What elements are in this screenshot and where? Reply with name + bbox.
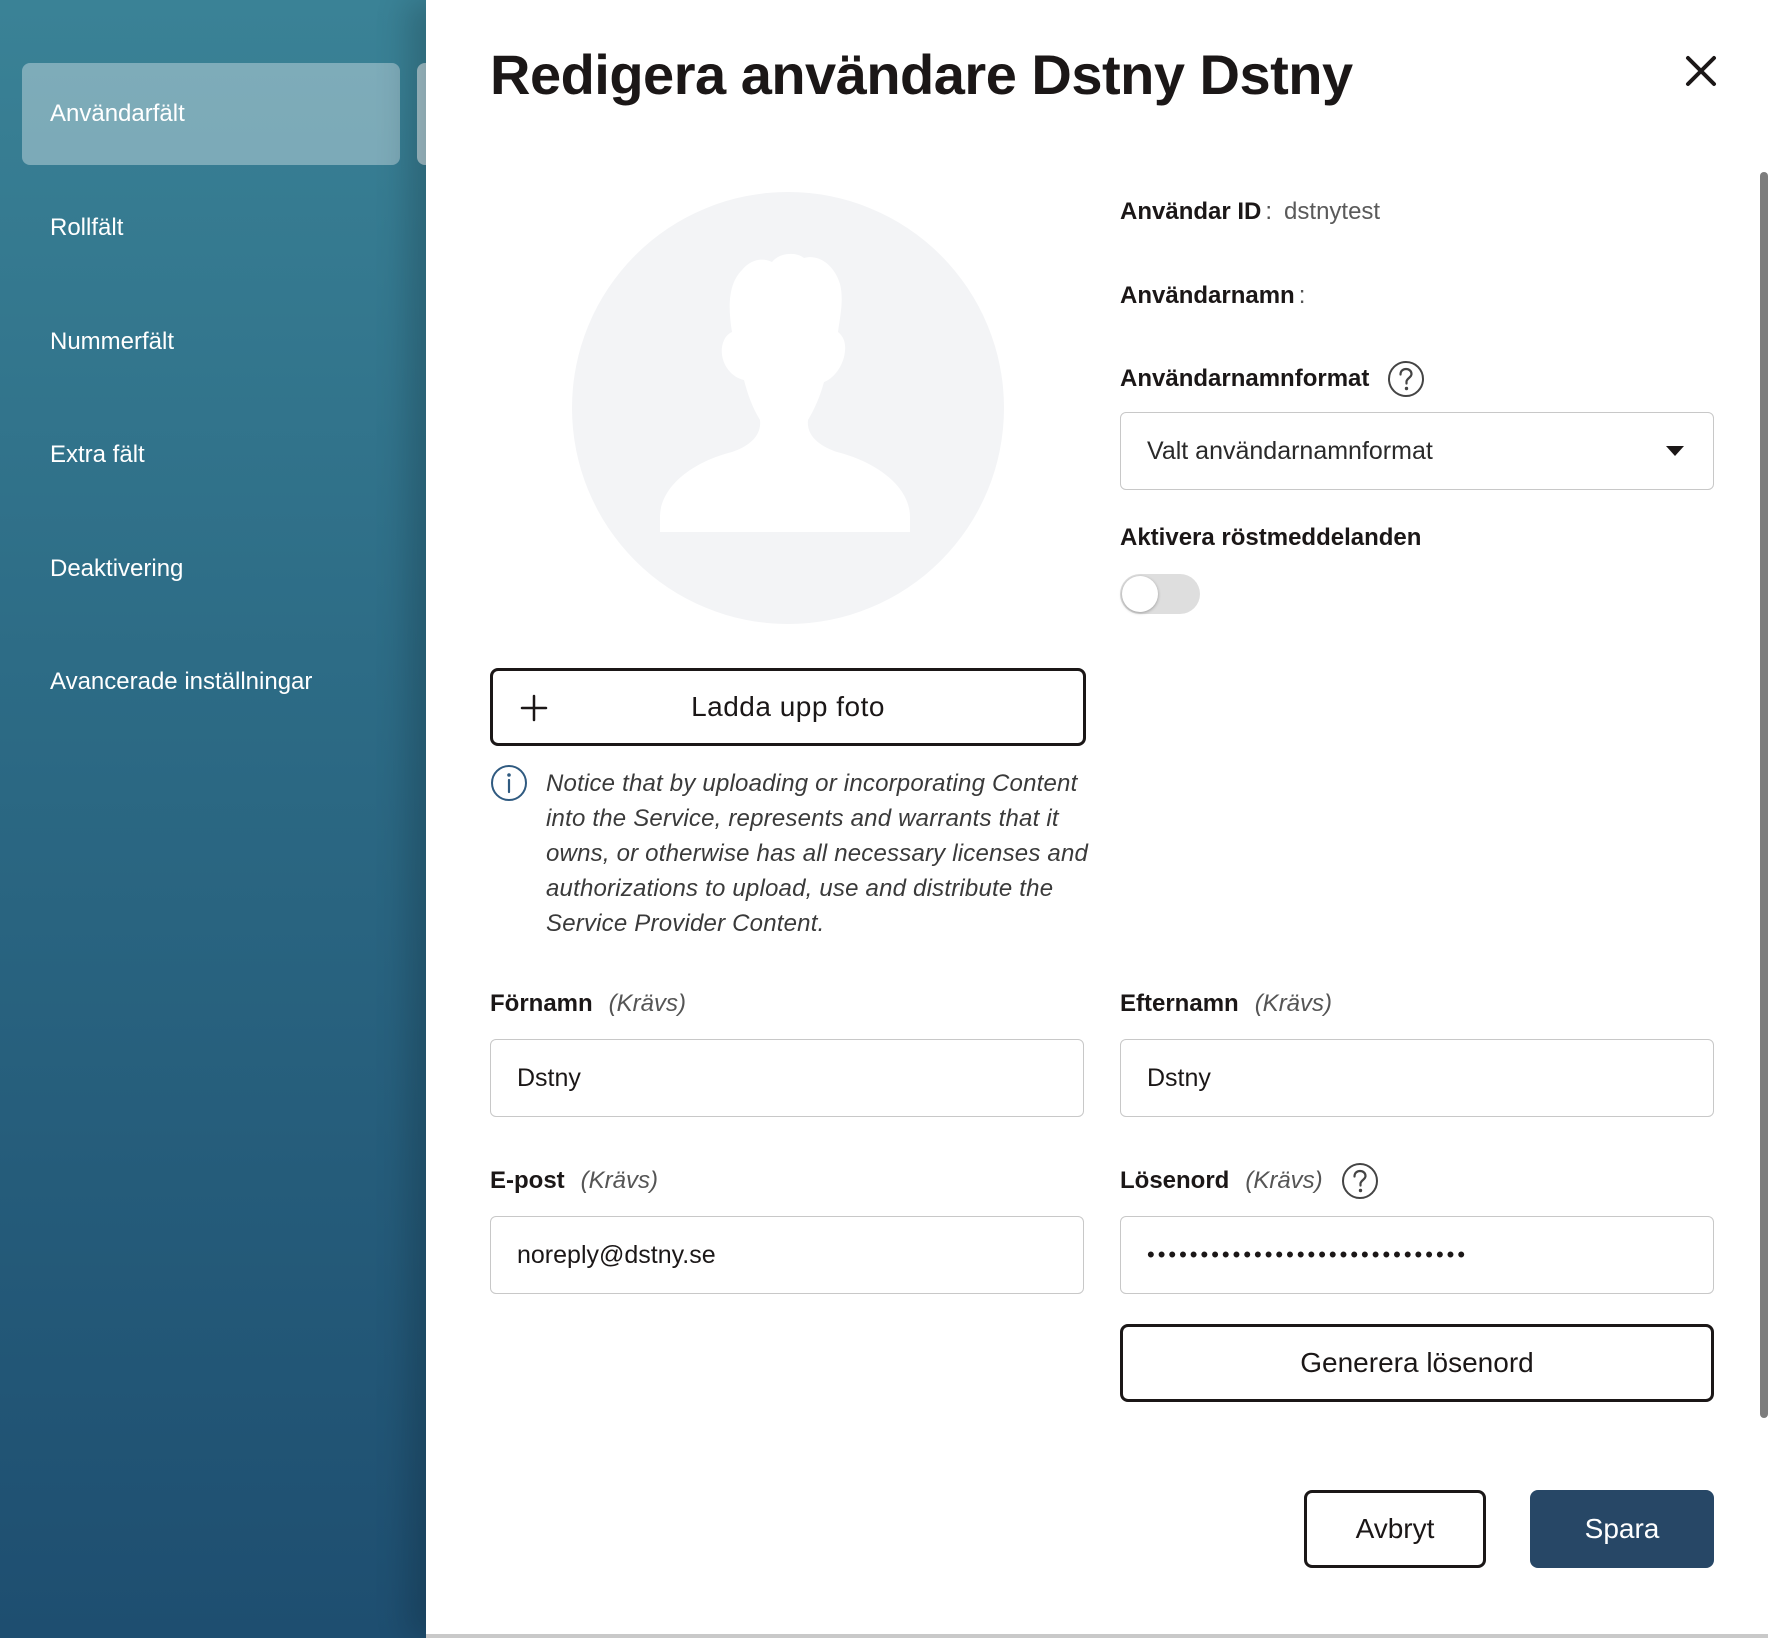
scrollbar[interactable] xyxy=(1760,172,1768,1418)
last-name-input[interactable] xyxy=(1120,1039,1714,1117)
save-label: Spara xyxy=(1584,1513,1660,1544)
username-format-label-row: Användarnamnformat xyxy=(1120,360,1425,398)
required-hint: (Krävs) xyxy=(1254,990,1333,1017)
voicemail-label-row: Aktivera röstmeddelanden xyxy=(1120,524,1421,552)
sidebar-item-label: Deaktivering xyxy=(50,555,184,582)
sidebar-item-label: Rollfält xyxy=(50,214,124,241)
email-label: E-post xyxy=(490,1167,565,1194)
sidebar-item-label: Extra fält xyxy=(50,441,145,468)
first-name-label: Förnamn xyxy=(490,990,593,1017)
avatar xyxy=(572,192,1004,624)
user-id-colon: : xyxy=(1265,198,1273,225)
username-format-select[interactable]: Valt användarnamnformat xyxy=(1120,412,1714,490)
close-icon xyxy=(1686,56,1716,86)
username-format-value: Valt användarnamnformat xyxy=(1147,436,1433,465)
username-label: Användarnamn xyxy=(1120,282,1295,309)
username-colon: : xyxy=(1298,282,1306,309)
upload-photo-button[interactable]: Ladda upp foto xyxy=(490,668,1086,746)
user-id-label: Användar ID xyxy=(1120,198,1262,225)
password-field[interactable] xyxy=(1120,1216,1714,1294)
generate-password-label: Generera lösenord xyxy=(1300,1347,1534,1378)
email-label-row: E-post (Krävs) xyxy=(490,1167,658,1195)
edit-user-dialog: Redigera användare Dstny Dstny Ladda upp… xyxy=(426,0,1768,1638)
password-label: Lösenord xyxy=(1120,1167,1230,1194)
sidebar-item-label: Användarfält xyxy=(50,100,185,127)
password-label-row: Lösenord (Krävs) xyxy=(1120,1162,1379,1200)
first-name-input[interactable] xyxy=(490,1039,1084,1117)
info-icon xyxy=(491,765,527,801)
generate-password-button[interactable]: Generera lösenord xyxy=(1120,1324,1714,1402)
sidebar-item-user-fields[interactable]: Användarfält xyxy=(22,63,400,165)
required-hint: (Krävs) xyxy=(1245,1167,1323,1194)
voicemail-toggle[interactable] xyxy=(1120,574,1200,614)
sidebar-item-advanced-settings[interactable]: Avancerade inställningar xyxy=(22,631,400,733)
username-row: Användarnamn: xyxy=(1120,282,1317,310)
cancel-button[interactable]: Avbryt xyxy=(1304,1490,1486,1568)
last-name-label: Efternamn xyxy=(1120,990,1239,1017)
sidebar-item-label: Nummerfält xyxy=(50,328,175,355)
upload-notice: Notice that by uploading or incorporatin… xyxy=(546,770,1089,937)
toggle-knob xyxy=(1122,576,1158,612)
divider xyxy=(426,1634,1768,1638)
voicemail-label: Aktivera röstmeddelanden xyxy=(1120,524,1422,551)
email-field[interactable] xyxy=(490,1216,1084,1294)
sidebar-item-role-fields[interactable]: Rollfält xyxy=(22,177,400,279)
first-name-label-row: Förnamn (Krävs) xyxy=(490,990,686,1018)
close-button[interactable] xyxy=(1678,48,1724,94)
user-id-value: dstnytest xyxy=(1284,198,1381,225)
save-button[interactable]: Spara xyxy=(1530,1490,1714,1568)
help-icon[interactable] xyxy=(1341,1162,1379,1200)
plus-icon xyxy=(520,694,548,722)
user-id-row: Användar ID: dstnytest xyxy=(1120,198,1380,226)
sidebar-item-number-fields[interactable]: Nummerfält xyxy=(22,291,400,393)
sidebar-item-deactivation[interactable]: Deaktivering xyxy=(22,518,400,620)
help-icon[interactable] xyxy=(1387,360,1425,398)
sidebar: Användarfält Rollfält Nummerfält Extra f… xyxy=(0,0,426,1638)
required-hint: (Krävs) xyxy=(608,990,687,1017)
cancel-label: Avbryt xyxy=(1355,1513,1435,1544)
last-name-label-row: Efternamn (Krävs) xyxy=(1120,990,1332,1018)
sidebar-item-label: Avancerade inställningar xyxy=(50,668,313,695)
username-format-label: Användarnamnformat xyxy=(1120,365,1370,392)
page-title: Redigera användare Dstny Dstny xyxy=(490,43,1353,106)
avatar-placeholder-icon xyxy=(660,253,910,532)
upload-photo-label: Ladda upp foto xyxy=(691,691,885,722)
sidebar-item-extra-fields[interactable]: Extra fält xyxy=(22,404,400,506)
required-hint: (Krävs) xyxy=(580,1167,659,1194)
chevron-down-icon xyxy=(1666,446,1684,456)
